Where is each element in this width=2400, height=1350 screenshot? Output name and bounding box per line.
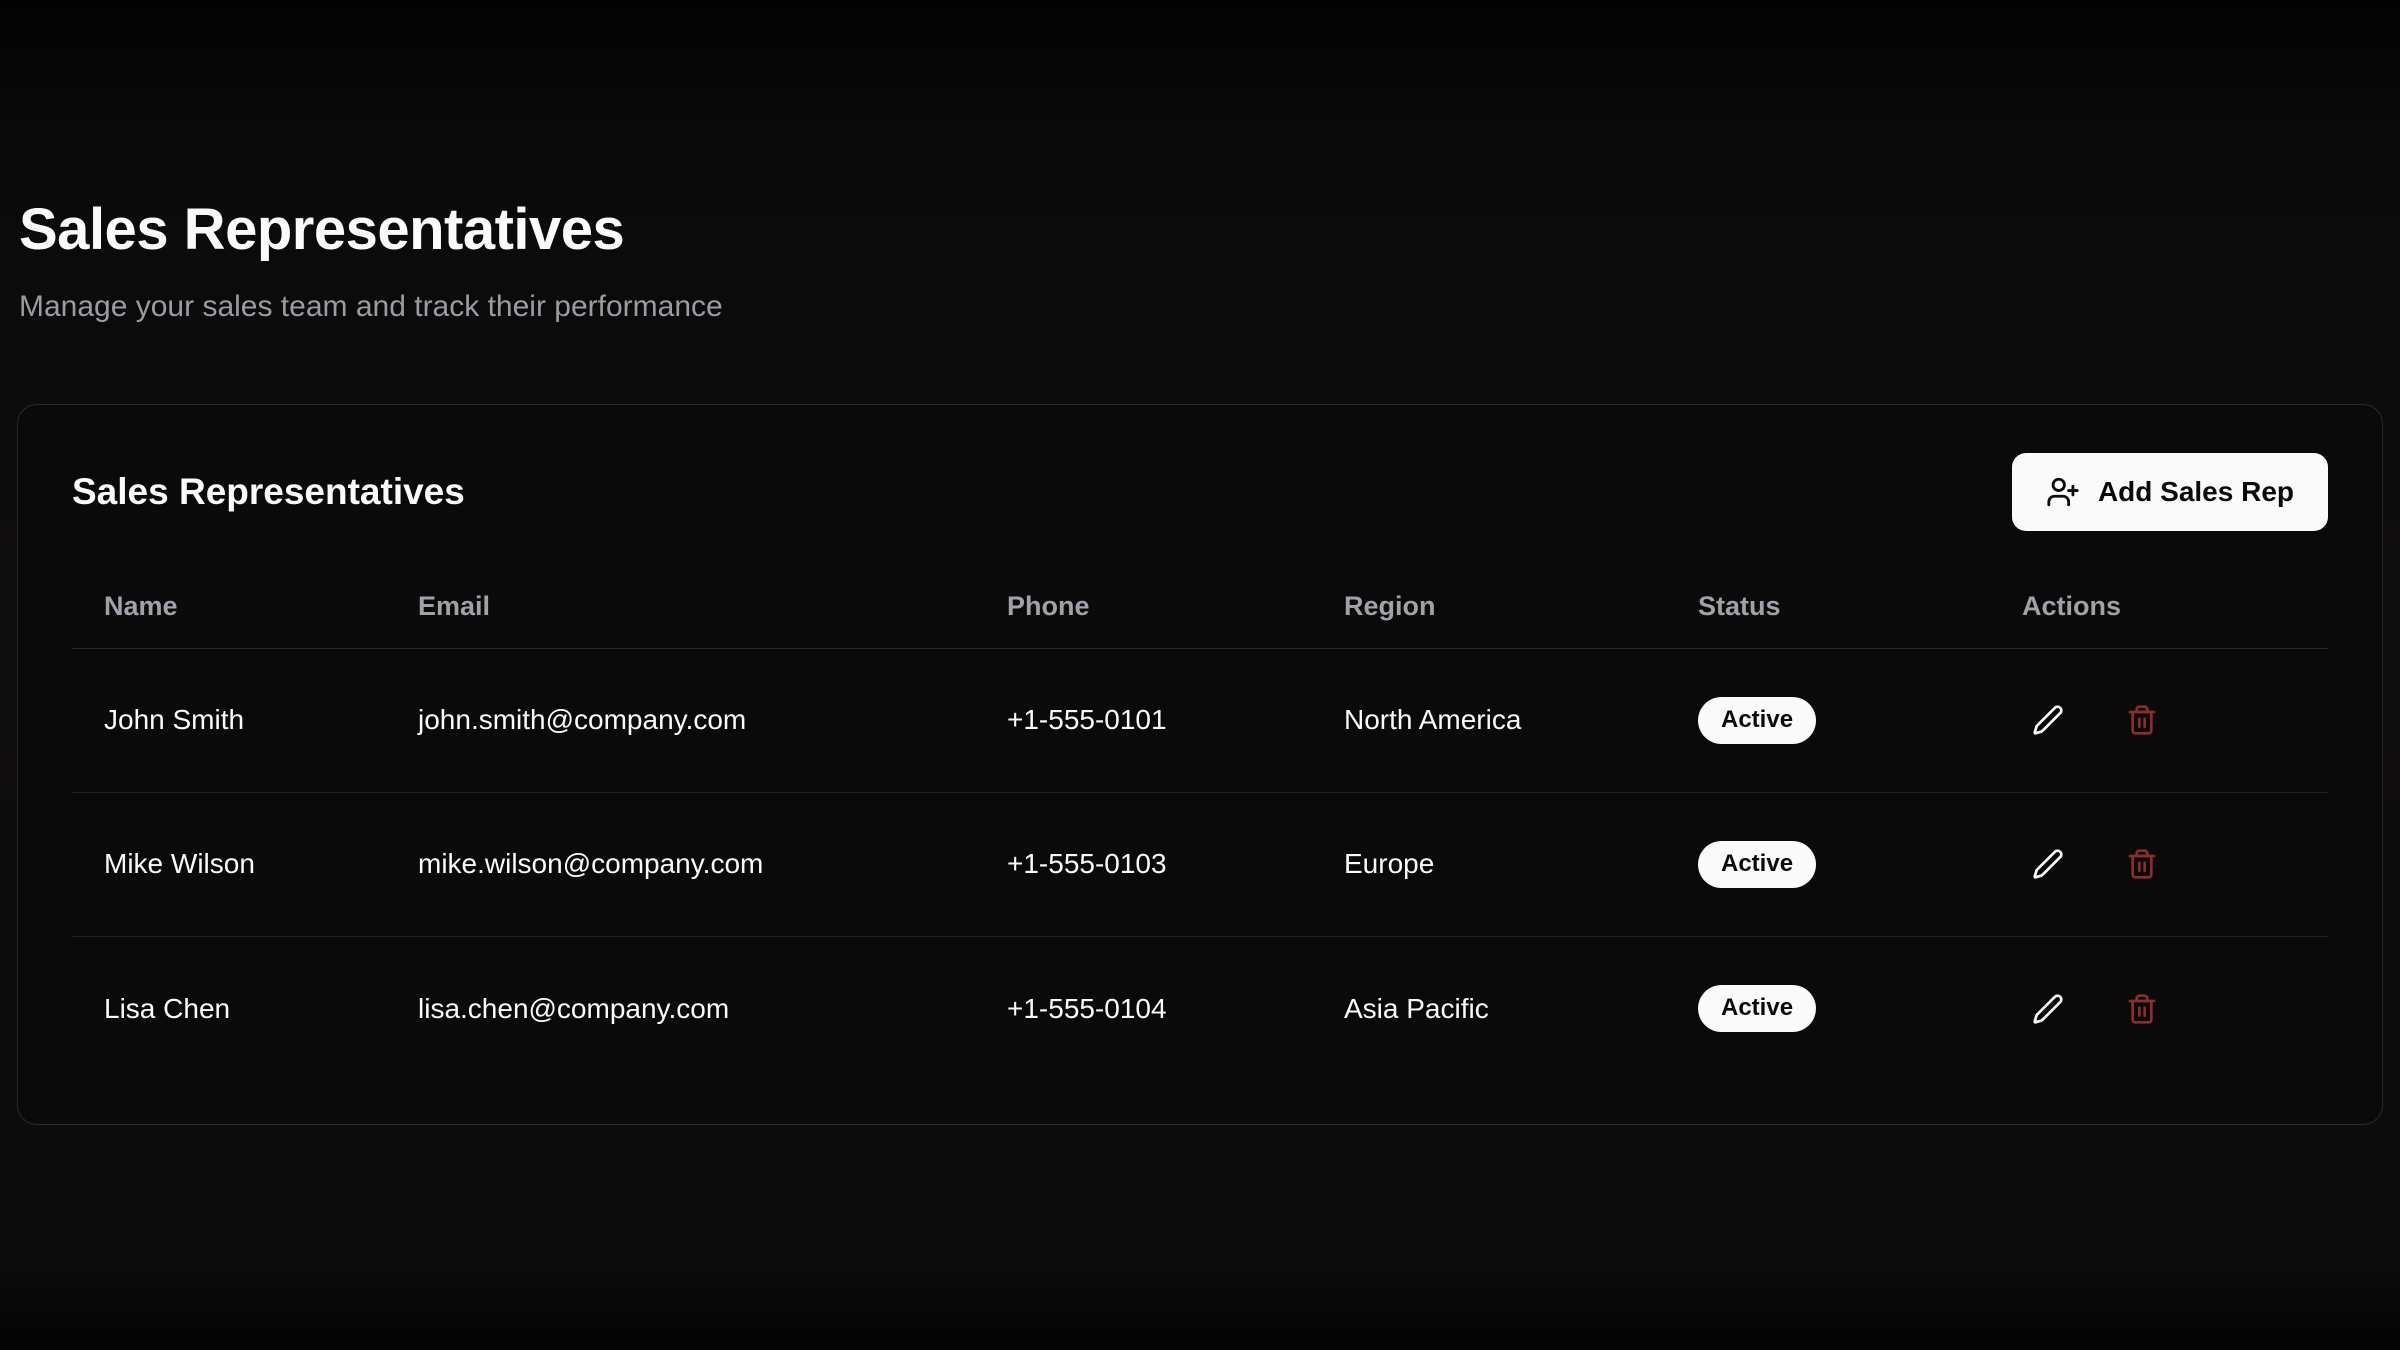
column-header-email: Email <box>386 585 975 649</box>
phone-cell: +1-555-0104 <box>975 936 1312 1080</box>
status-badge: Active <box>1698 841 1816 888</box>
delete-button[interactable] <box>2116 983 2168 1035</box>
column-header-name: Name <box>72 585 386 649</box>
table-row: Lisa Chen lisa.chen@company.com +1-555-0… <box>72 936 2328 1080</box>
delete-button[interactable] <box>2116 694 2168 746</box>
table-header-row: Name Email Phone Region Status Actions <box>72 585 2328 649</box>
pencil-icon <box>2032 704 2064 736</box>
trash-icon <box>2126 993 2158 1025</box>
card-title: Sales Representatives <box>72 471 465 513</box>
page-subtitle: Manage your sales team and track their p… <box>19 290 2383 324</box>
status-cell: Active <box>1666 936 1990 1080</box>
trash-icon <box>2126 704 2158 736</box>
actions-cell <box>1990 648 2328 792</box>
status-cell: Active <box>1666 792 1990 936</box>
email-cell: lisa.chen@company.com <box>386 936 975 1080</box>
edit-button[interactable] <box>2022 983 2074 1035</box>
status-badge: Active <box>1698 697 1816 744</box>
status-cell: Active <box>1666 648 1990 792</box>
card-header: Sales Representatives Add Sales Rep <box>72 453 2328 531</box>
edit-button[interactable] <box>2022 694 2074 746</box>
phone-cell: +1-555-0103 <box>975 792 1312 936</box>
sales-representatives-card: Sales Representatives Add Sales Rep <box>17 404 2383 1126</box>
pencil-icon <box>2032 993 2064 1025</box>
column-header-phone: Phone <box>975 585 1312 649</box>
delete-button[interactable] <box>2116 838 2168 890</box>
user-plus-icon <box>2046 475 2080 509</box>
table-row: John Smith john.smith@company.com +1-555… <box>72 648 2328 792</box>
column-header-region: Region <box>1312 585 1666 649</box>
table-row: Mike Wilson mike.wilson@company.com +1-5… <box>72 792 2328 936</box>
column-header-actions: Actions <box>1990 585 2328 649</box>
sales-reps-table: Name Email Phone Region Status Actions J… <box>72 585 2328 1081</box>
region-cell: Europe <box>1312 792 1666 936</box>
name-cell: Mike Wilson <box>72 792 386 936</box>
phone-cell: +1-555-0101 <box>975 648 1312 792</box>
region-cell: North America <box>1312 648 1666 792</box>
email-cell: mike.wilson@company.com <box>386 792 975 936</box>
actions-cell <box>1990 792 2328 936</box>
page-header: Sales Representatives Manage your sales … <box>17 0 2383 324</box>
trash-icon <box>2126 848 2158 880</box>
actions-cell <box>1990 936 2328 1080</box>
edit-button[interactable] <box>2022 838 2074 890</box>
page-title: Sales Representatives <box>19 198 2383 262</box>
column-header-status: Status <box>1666 585 1990 649</box>
status-badge: Active <box>1698 985 1816 1032</box>
add-sales-rep-button[interactable]: Add Sales Rep <box>2012 453 2328 531</box>
name-cell: Lisa Chen <box>72 936 386 1080</box>
page: Sales Representatives Manage your sales … <box>0 0 2400 1125</box>
email-cell: john.smith@company.com <box>386 648 975 792</box>
name-cell: John Smith <box>72 648 386 792</box>
add-sales-rep-button-label: Add Sales Rep <box>2098 476 2294 508</box>
region-cell: Asia Pacific <box>1312 936 1666 1080</box>
pencil-icon <box>2032 848 2064 880</box>
